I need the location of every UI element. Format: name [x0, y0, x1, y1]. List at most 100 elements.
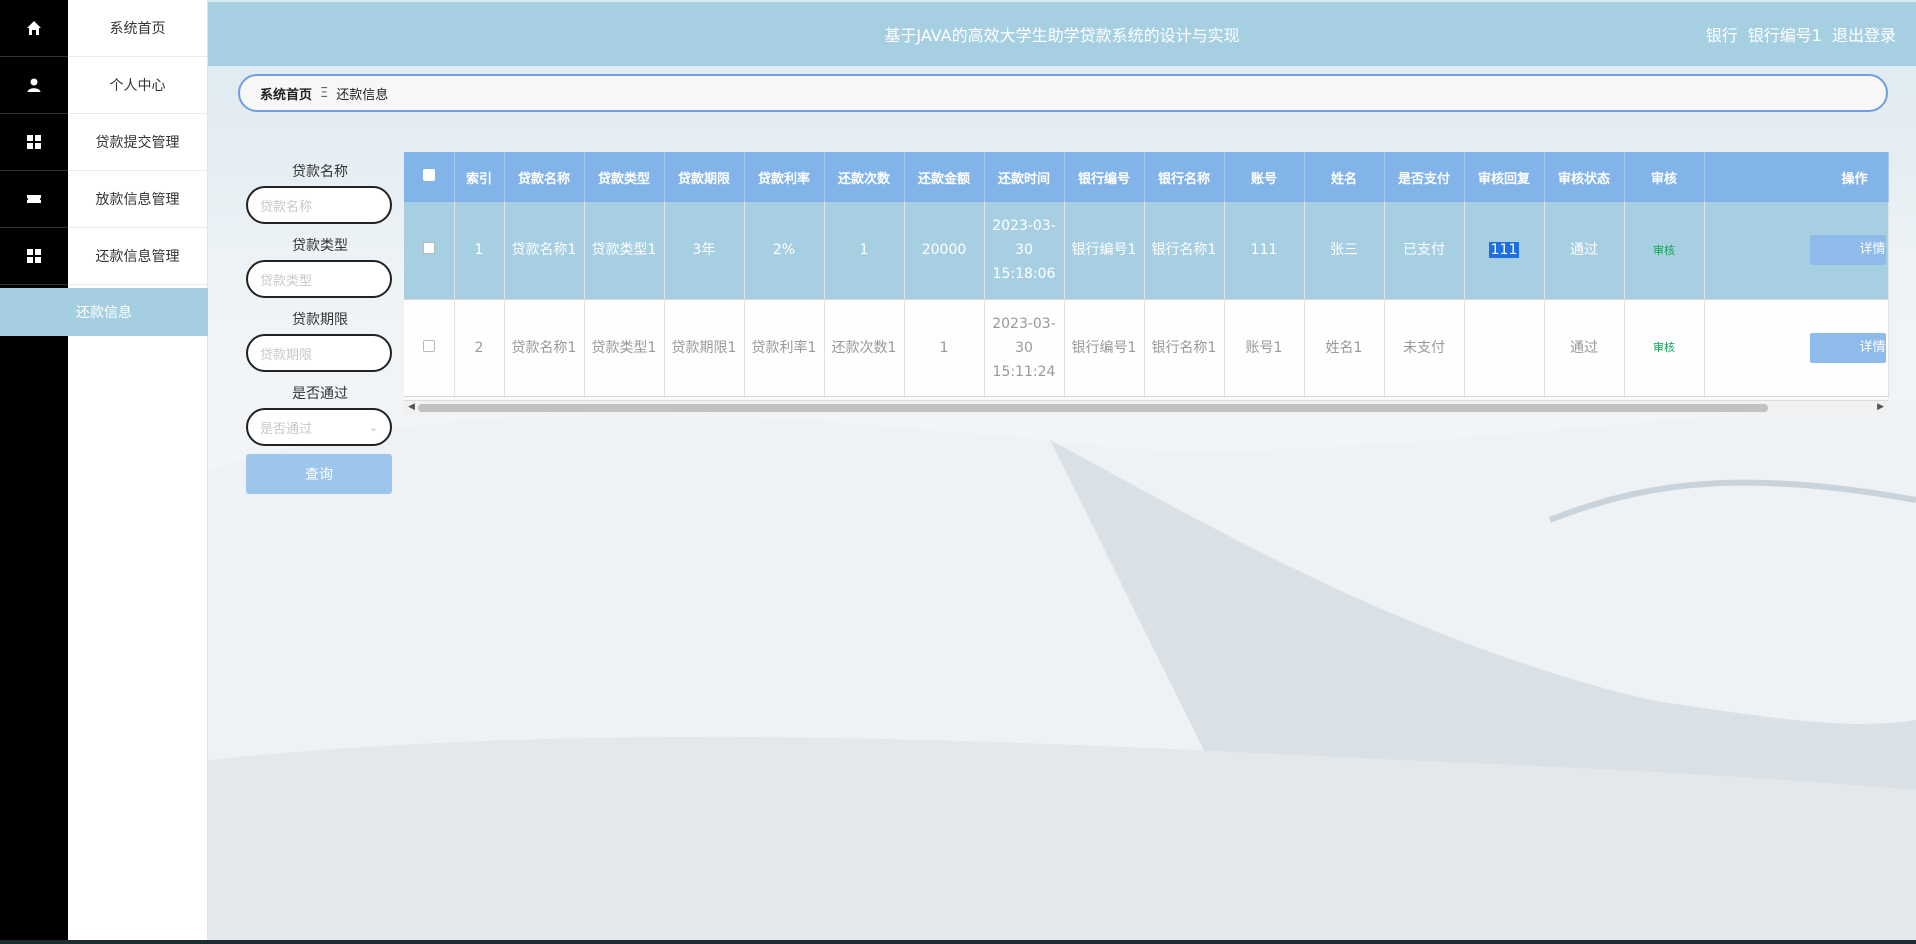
- horizontal-scrollbar[interactable]: ◀ ▶: [404, 400, 1888, 414]
- column-header: 审核回复: [1464, 152, 1545, 202]
- cell-index: 1: [454, 202, 505, 300]
- column-header: 贷款类型: [584, 152, 665, 202]
- cell-repay-amount: 20000: [904, 202, 985, 300]
- column-header: 贷款利率: [744, 152, 825, 202]
- cell-paid: 未支付: [1384, 299, 1465, 397]
- sidebar-item-home[interactable]: 系统首页: [68, 0, 207, 57]
- cell-repay-amount: 1: [904, 299, 985, 397]
- sidebar-item-label: 还款信息管理: [95, 249, 180, 265]
- cell-name: 张三: [1304, 202, 1385, 300]
- approved-label: 是否通过: [292, 386, 348, 402]
- cell-index: 2: [454, 299, 505, 397]
- top-header: 基于JAVA的高效大学生助学贷款系统的设计与实现 银行 银行编号1 退出登录: [208, 2, 1916, 66]
- cell-loan-name: 贷款名称1: [504, 202, 585, 300]
- submenu-item-repayment-info[interactable]: 还款信息: [0, 288, 208, 336]
- ticket-icon[interactable]: [0, 171, 68, 228]
- cell-repay-count: 还款次数1: [824, 299, 905, 397]
- cell-paid: 已支付: [1384, 202, 1465, 300]
- sidebar-item-label: 放款信息管理: [95, 192, 180, 208]
- audit-link[interactable]: 审核: [1653, 341, 1675, 354]
- cell-loan-term: 贷款期限1: [664, 299, 745, 397]
- cell-name: 姓名1: [1304, 299, 1385, 397]
- column-header: 姓名: [1304, 152, 1385, 202]
- column-header: 是否支付: [1384, 152, 1465, 202]
- column-header: 贷款名称: [504, 152, 585, 202]
- sidebar-item-label: 贷款提交管理: [95, 135, 180, 151]
- user-name: 银行编号1: [1747, 26, 1822, 45]
- column-header: 还款次数: [824, 152, 905, 202]
- query-button[interactable]: 查询: [246, 454, 392, 494]
- cell-repay-time: 2023-03-30 15:11:24: [984, 299, 1065, 397]
- column-header: 还款金额: [904, 152, 985, 202]
- scroll-left-icon[interactable]: ◀: [408, 402, 415, 412]
- loan-type-label: 贷款类型: [292, 238, 348, 254]
- breadcrumb: 系统首页 Ξ 还款信息: [238, 74, 1888, 112]
- column-header: 账号: [1224, 152, 1305, 202]
- cell-account: 账号1: [1224, 299, 1305, 397]
- approved-select-placeholder: 是否通过: [260, 421, 313, 437]
- grid-icon[interactable]: [0, 114, 68, 171]
- loan-type-input[interactable]: 贷款类型: [246, 260, 392, 298]
- cell-loan-type: 贷款类型1: [584, 202, 665, 300]
- audit-link[interactable]: 审核: [1653, 244, 1675, 257]
- select-all-checkbox[interactable]: [404, 152, 455, 202]
- logout-link[interactable]: 退出登录: [1832, 22, 1896, 46]
- sidebar-item-repayment[interactable]: 还款信息管理: [68, 228, 207, 285]
- search-panel: 贷款名称 贷款名称 贷款类型 贷款类型 贷款期限 贷款期限 是否通过 是否通过 …: [246, 158, 394, 494]
- cell-operations: 详情: [1704, 202, 1889, 300]
- column-header: 还款时间: [984, 152, 1065, 202]
- icon-strip: [0, 0, 68, 944]
- breadcrumb-home[interactable]: 系统首页: [260, 84, 312, 103]
- loan-term-input[interactable]: 贷款期限: [246, 334, 392, 372]
- sidebar-menu: 系统首页 个人中心 贷款提交管理 放款信息管理 还款信息管理: [68, 0, 208, 944]
- cell-interest-rate: 贷款利率1: [744, 299, 825, 397]
- cell-repay-count: 1: [824, 202, 905, 300]
- cell-audit-status: 通过: [1544, 299, 1625, 397]
- table-header-row: 索引 贷款名称 贷款类型 贷款期限 贷款利率 还款次数 还款金额 还款时间 银行…: [404, 152, 1889, 202]
- column-header: 审核状态: [1544, 152, 1625, 202]
- sidebar-item-label: 系统首页: [109, 21, 166, 37]
- user-icon[interactable]: [0, 57, 68, 114]
- table-row[interactable]: 1 贷款名称1 贷款类型1 3年 2% 1 20000 2023-03-30 1…: [404, 202, 1889, 300]
- breadcrumb-current: 还款信息: [336, 87, 389, 103]
- cell-bank-no: 银行编号1: [1064, 202, 1145, 300]
- row-checkbox[interactable]: [404, 202, 455, 300]
- home-icon[interactable]: [0, 0, 68, 57]
- sidebar-item-disbursement[interactable]: 放款信息管理: [68, 171, 207, 228]
- taskbar-strip: [0, 940, 1916, 944]
- loan-name-input[interactable]: 贷款名称: [246, 186, 392, 224]
- cell-audit-reply: [1464, 299, 1545, 397]
- cell-bank-name: 银行名称1: [1144, 299, 1225, 397]
- detail-button[interactable]: 详情: [1809, 235, 1886, 266]
- cell-audit-reply: 111: [1464, 202, 1545, 300]
- scroll-right-icon[interactable]: ▶: [1877, 402, 1884, 412]
- column-header: 贷款期限: [664, 152, 745, 202]
- cell-interest-rate: 2%: [744, 202, 825, 300]
- grid-icon[interactable]: [0, 228, 68, 285]
- row-checkbox[interactable]: [404, 299, 455, 397]
- cell-repay-time: 2023-03-30 15:18:06: [984, 202, 1065, 300]
- column-header: 索引: [454, 152, 505, 202]
- audit-reply-selected-text: 111: [1488, 242, 1520, 259]
- cell-loan-name: 贷款名称1: [504, 299, 585, 397]
- cell-loan-term: 3年: [664, 202, 745, 300]
- repayment-table: 索引 贷款名称 贷款类型 贷款期限 贷款利率 还款次数 还款金额 还款时间 银行…: [404, 152, 1889, 414]
- column-header: 操作: [1704, 152, 1889, 202]
- cell-bank-name: 银行名称1: [1144, 202, 1225, 300]
- cell-audit: 审核: [1624, 202, 1705, 300]
- user-role: 银行: [1705, 26, 1738, 45]
- cell-bank-no: 银行编号1: [1064, 299, 1145, 397]
- header-user-area: 银行 银行编号1 退出登录: [1706, 22, 1896, 46]
- cell-operations: 详情: [1704, 299, 1889, 397]
- sidebar-item-loan-submit[interactable]: 贷款提交管理: [68, 114, 207, 171]
- app-title: 基于JAVA的高效大学生助学贷款系统的设计与实现: [884, 26, 1240, 45]
- approved-select[interactable]: 是否通过 ⌄: [246, 408, 392, 446]
- detail-button[interactable]: 详情: [1809, 332, 1886, 363]
- sidebar-item-profile[interactable]: 个人中心: [68, 57, 207, 114]
- cell-audit-status: 通过: [1544, 202, 1625, 300]
- loan-term-label: 贷款期限: [292, 312, 348, 328]
- submenu-item-label: 还款信息: [76, 305, 132, 321]
- cell-loan-type: 贷款类型1: [584, 299, 665, 397]
- scroll-thumb[interactable]: [418, 404, 1768, 412]
- table-row[interactable]: 2 贷款名称1 贷款类型1 贷款期限1 贷款利率1 还款次数1 1 2023-0…: [404, 299, 1889, 397]
